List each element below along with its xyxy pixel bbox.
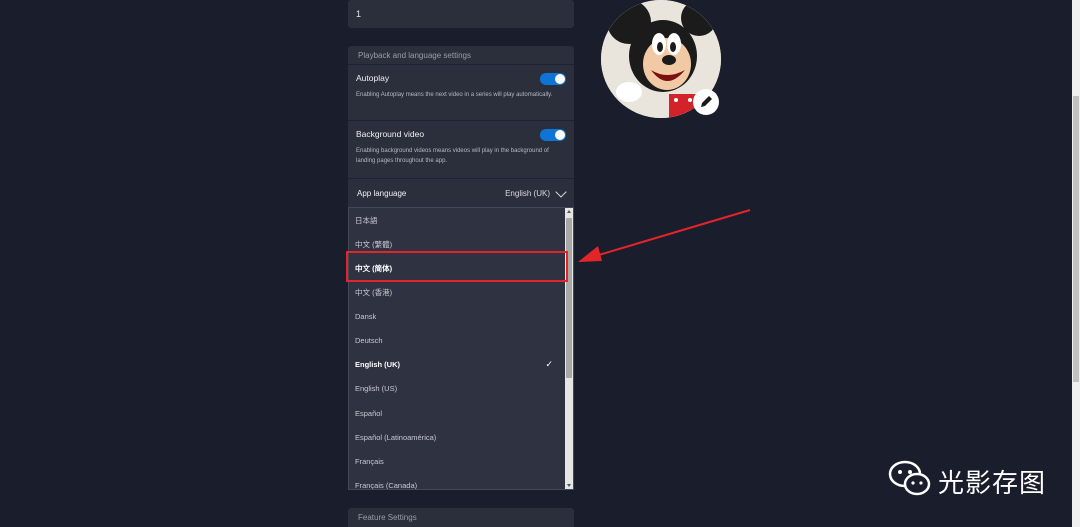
playback-section-header: Playback and language settings <box>348 46 574 64</box>
language-option[interactable]: 日本語 <box>355 215 378 226</box>
top-field[interactable]: 1 <box>348 0 574 28</box>
background-video-toggle[interactable] <box>540 129 566 141</box>
page-scrollbar[interactable] <box>1072 0 1080 527</box>
playback-section-title: Playback and language settings <box>358 51 471 60</box>
language-option[interactable]: Français (Canada) <box>355 481 417 489</box>
feature-settings-title: Feature Settings <box>358 513 417 522</box>
autoplay-toggle[interactable] <box>540 73 566 85</box>
language-option[interactable]: 中文 (香港) <box>355 287 392 298</box>
language-option[interactable]: English (US) <box>355 384 397 393</box>
chevron-down-icon <box>555 186 567 198</box>
language-option-selected[interactable]: English (UK) <box>355 360 400 369</box>
autoplay-description: Enabling Autoplay means the next video i… <box>356 92 553 98</box>
app-language-label: App language <box>357 189 407 198</box>
language-option[interactable]: Dansk <box>355 312 376 321</box>
language-option[interactable]: Deutsch <box>355 336 383 345</box>
background-video-title: Background video <box>356 129 425 139</box>
watermark-text: 光影存图 <box>938 468 1047 498</box>
autoplay-title: Autoplay <box>356 73 390 83</box>
language-option[interactable]: 中文 (繁體) <box>355 239 392 250</box>
language-dropdown: 日本語 中文 (繁體) 中文 (简体) 中文 (香港) Dansk Deutsc… <box>348 207 574 490</box>
annotation-arrow-icon <box>578 209 751 262</box>
page-scroll-thumb[interactable] <box>1073 96 1079 382</box>
app-language-select[interactable]: App language English (UK) <box>348 178 574 208</box>
scroll-down-arrow-icon[interactable] <box>567 484 571 487</box>
background-video-setting: Background video Enabling background vid… <box>348 120 574 178</box>
check-icon: ✓ <box>545 359 553 369</box>
app-language-selected: English (UK) <box>505 189 550 198</box>
autoplay-setting: Autoplay Enabling Autoplay means the nex… <box>348 64 574 120</box>
language-option[interactable]: Español (Latinoamérica) <box>355 433 436 442</box>
pencil-icon <box>701 96 712 107</box>
language-option[interactable]: Français <box>355 457 384 466</box>
feature-settings-header: Feature Settings <box>348 508 574 527</box>
annotation-highlight-box <box>346 251 568 282</box>
background-video-description: Enabling background videos means videos … <box>356 148 549 164</box>
top-field-value: 1 <box>356 9 362 19</box>
wechat-logo-icon <box>888 460 931 496</box>
edit-avatar-button[interactable] <box>693 89 719 115</box>
language-option[interactable]: Español <box>355 409 382 418</box>
